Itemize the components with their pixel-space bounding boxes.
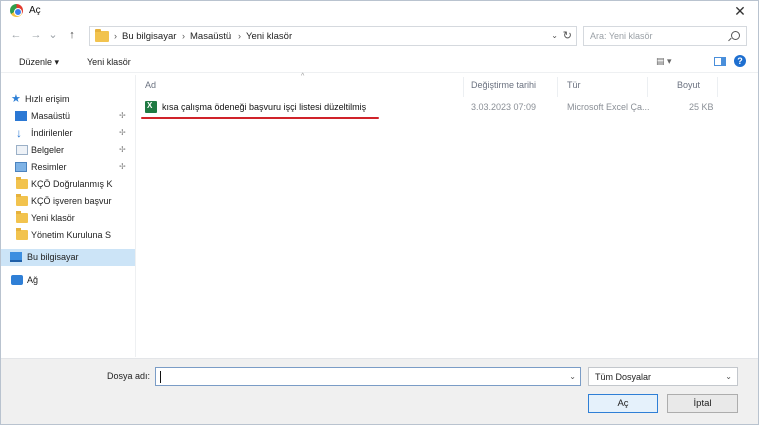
sort-ascending-icon: ^ [301, 73, 305, 80]
address-bar[interactable]: › Bu bilgisayar › Masaüstü › Yeni klasör… [89, 26, 577, 46]
file-name-panel: Dosya adı: ⌄ Tüm Dosyalar ⌄ Aç İptal [1, 358, 758, 424]
sidebar-item-yonetim-kurulu[interactable]: Yönetim Kuruluna S [1, 227, 135, 244]
sidebar-item-label: KÇÖ işveren başvur [31, 196, 112, 206]
chevron-down-icon[interactable]: ⌄ [725, 372, 732, 381]
title-bar: Aç ✕ [1, 1, 758, 21]
text-caret [160, 371, 161, 383]
sidebar-item-documents[interactable]: Belgeler ✢ [1, 142, 135, 159]
sidebar-item-label: Belgeler [31, 145, 65, 155]
organize-button[interactable]: Düzenle ▾ [19, 57, 59, 68]
sidebar-item-kco-isveren[interactable]: KÇÖ işveren başvur [1, 193, 135, 210]
file-size: 25 KB [689, 102, 714, 112]
file-type-value: Tüm Dosyalar [595, 372, 652, 382]
star-icon: ★ [11, 93, 21, 105]
sidebar-item-yeni-klasor[interactable]: Yeni klasör [1, 210, 135, 227]
column-divider[interactable] [557, 77, 558, 97]
sidebar-item-downloads[interactable]: ↓ İndirilenler ✢ [1, 125, 135, 142]
folder-icon [95, 29, 109, 42]
network-icon [11, 275, 23, 285]
chevron-down-icon[interactable]: ⌄ [569, 372, 576, 381]
pin-icon: ✢ [119, 111, 126, 120]
column-divider[interactable] [463, 77, 464, 97]
folder-icon [16, 228, 28, 240]
back-arrow-icon[interactable]: ← [9, 28, 23, 42]
new-folder-button[interactable]: Yeni klasör [87, 57, 131, 67]
file-row[interactable]: kısa çalışma ödeneği başvuru işçi listes… [137, 98, 737, 116]
column-divider[interactable] [647, 77, 648, 97]
recent-locations-chevron-icon[interactable]: ⌄ [46, 28, 60, 42]
sidebar-item-kco-dogrulanmis[interactable]: KÇÖ Doğrulanmış K [1, 176, 135, 193]
breadcrumb-new-folder[interactable]: Yeni klasör [246, 31, 292, 42]
cancel-button[interactable]: İptal [667, 394, 738, 413]
file-modified-date: 3.03.2023 07:09 [471, 102, 537, 112]
navigation-pane: ★ Hızlı erişim Masaüstü ✢ ↓ İndirilenler… [1, 75, 136, 357]
pin-icon: ✢ [119, 145, 126, 154]
refresh-icon[interactable]: ↻ [563, 29, 572, 42]
file-list: ^ Ad Değiştirme tarihi Tür Boyut kısa ça… [137, 73, 758, 357]
column-header-modified[interactable]: Değiştirme tarihi [471, 80, 536, 90]
dialog-title: Aç [29, 5, 41, 16]
column-header-name[interactable]: Ad [145, 80, 156, 90]
close-button[interactable]: ✕ [730, 2, 750, 20]
folder-icon [16, 177, 28, 189]
sidebar-item-label: İndirilenler [31, 128, 73, 138]
search-box[interactable]: Ara: Yeni klasör [583, 26, 747, 46]
navigation-bar: ← → ⌄ ↑ › Bu bilgisayar › Masaüstü › Yen… [1, 23, 758, 49]
documents-icon [16, 145, 28, 155]
computer-icon [10, 252, 22, 262]
breadcrumb-separator-icon: › [114, 31, 117, 41]
sidebar-item-label: Hızlı erişim [25, 94, 70, 104]
address-dropdown-icon[interactable]: ⌄ [551, 31, 558, 40]
filename-label: Dosya adı: [107, 371, 151, 381]
breadcrumb-this-pc[interactable]: Bu bilgisayar [122, 31, 176, 42]
sidebar-item-quick-access[interactable]: ★ Hızlı erişim [1, 91, 135, 108]
help-icon[interactable]: ? [734, 55, 746, 67]
sidebar-item-label: Bu bilgisayar [27, 252, 79, 262]
sidebar-item-label: Yönetim Kuruluna S [31, 230, 112, 240]
chrome-icon [10, 4, 23, 17]
open-file-dialog: Aç ✕ ← → ⌄ ↑ › Bu bilgisayar › Masaüstü … [0, 0, 759, 425]
sidebar-item-label: Resimler [31, 162, 67, 172]
preview-pane-icon[interactable] [714, 57, 726, 66]
column-header-type[interactable]: Tür [567, 80, 581, 90]
file-type-select[interactable]: Tüm Dosyalar ⌄ [588, 367, 738, 386]
file-name: kısa çalışma ödeneği başvuru işçi listes… [162, 102, 367, 112]
pin-icon: ✢ [119, 128, 126, 137]
column-header-size[interactable]: Boyut [677, 80, 700, 90]
forward-arrow-icon[interactable]: → [29, 28, 43, 42]
breadcrumb-separator-icon: › [238, 31, 241, 41]
view-options-button[interactable]: ▤ ▾ [656, 56, 672, 67]
sidebar-item-pictures[interactable]: Resimler ✢ [1, 159, 135, 176]
folder-icon [16, 194, 28, 206]
excel-file-icon [145, 101, 157, 113]
breadcrumb-desktop[interactable]: Masaüstü [190, 31, 231, 42]
command-toolbar: Düzenle ▾ Yeni klasör ▤ ▾ ? [1, 51, 758, 73]
column-divider[interactable] [717, 77, 718, 97]
red-underline-annotation [141, 117, 379, 119]
desktop-icon [15, 111, 27, 121]
filename-input[interactable]: ⌄ [155, 367, 581, 386]
folder-icon [16, 211, 28, 223]
breadcrumb-separator-icon: › [182, 31, 185, 41]
pictures-icon [15, 162, 27, 172]
download-icon: ↓ [16, 126, 22, 140]
up-arrow-icon[interactable]: ↑ [65, 28, 79, 42]
pin-icon: ✢ [119, 162, 126, 171]
sidebar-item-desktop[interactable]: Masaüstü ✢ [1, 108, 135, 125]
open-button[interactable]: Aç [588, 394, 658, 413]
sidebar-item-label: Ağ [27, 275, 39, 285]
sidebar-item-this-pc[interactable]: Bu bilgisayar [1, 249, 135, 266]
sidebar-item-label: Yeni klasör [31, 213, 75, 223]
sidebar-item-label: Masaüstü [31, 111, 71, 121]
sidebar-item-label: KÇÖ Doğrulanmış K [31, 179, 113, 189]
search-placeholder: Ara: Yeni klasör [590, 31, 653, 41]
file-type: Microsoft Excel Ça... [567, 102, 650, 112]
sidebar-item-network[interactable]: Ağ [1, 272, 135, 289]
search-icon [731, 31, 740, 40]
